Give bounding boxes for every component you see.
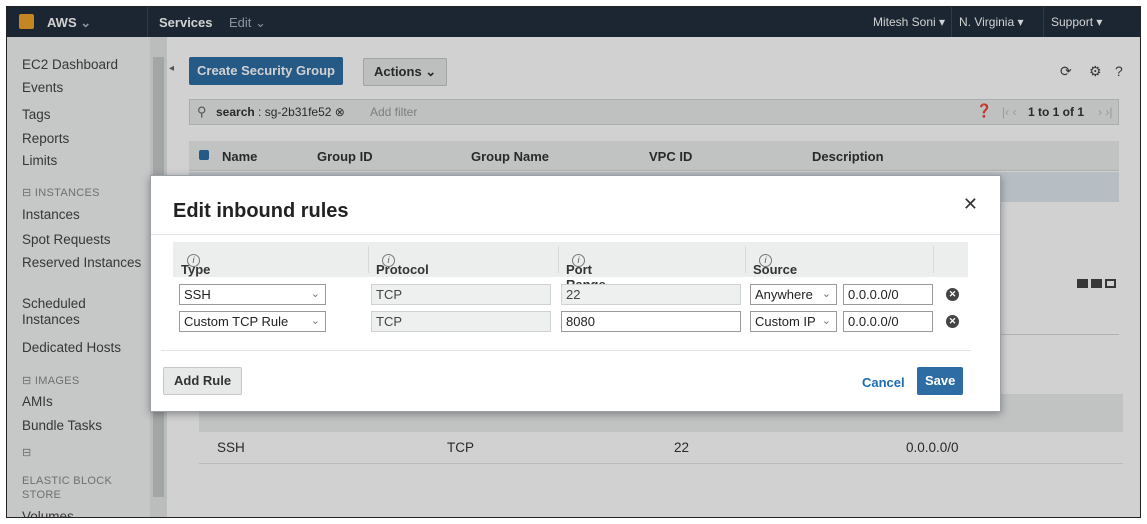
rule-cidr-input[interactable]: 0.0.0.0/0 <box>843 284 933 305</box>
close-icon[interactable]: ✕ <box>963 194 978 215</box>
rule-source-select[interactable]: Anywhere ⌄ <box>750 284 837 305</box>
divider <box>558 246 559 273</box>
column-type-label: Type <box>181 262 211 277</box>
cancel-button[interactable]: Cancel <box>862 375 905 390</box>
rule-type-select[interactable]: Custom TCP Rule ⌄ <box>179 311 326 332</box>
divider <box>745 246 746 273</box>
rule-source-value: Anywhere <box>755 287 813 302</box>
chevron-down-icon: ⌄ <box>310 288 320 300</box>
chevron-down-icon: ⌄ <box>821 288 831 300</box>
rule-protocol-field: TCP <box>371 284 551 305</box>
dialog-title: Edit inbound rules <box>173 200 349 222</box>
rule-source-value: Custom IP <box>755 314 816 329</box>
add-rule-button[interactable]: Add Rule <box>163 367 243 395</box>
rule-source-select[interactable]: Custom IP ⌄ <box>750 311 837 332</box>
column-source: Source i <box>753 252 797 277</box>
chevron-down-icon: ⌄ <box>310 315 320 327</box>
column-port-range: Port Rangei <box>566 252 606 292</box>
remove-rule-icon[interactable]: ✕ <box>946 288 959 301</box>
chevron-down-icon: ⌄ <box>821 315 831 327</box>
rule-type-value: SSH <box>184 287 211 302</box>
rule-type-select[interactable]: SSH ⌄ <box>179 284 326 305</box>
divider <box>368 246 369 273</box>
rule-type-value: Custom TCP Rule <box>184 314 289 329</box>
column-source-label: Source <box>753 262 798 277</box>
edit-inbound-rules-dialog: Edit inbound rules ✕ Type i Protocol i Por… <box>150 175 1001 412</box>
rule-port-field[interactable]: 22 <box>561 284 741 305</box>
save-button[interactable]: Save <box>917 367 964 395</box>
column-protocol: Protocol i <box>376 252 429 277</box>
divider <box>161 350 971 351</box>
rule-port-field[interactable]: 8080 <box>561 311 741 332</box>
divider <box>151 234 1000 235</box>
divider <box>933 246 934 273</box>
rules-header: Typei Protocoli Port Rangei Sourcei <box>173 242 968 292</box>
remove-rule-icon[interactable]: ✕ <box>946 315 959 328</box>
column-protocol-label: Protocol <box>376 262 429 277</box>
rule-protocol-field: TCP <box>371 311 551 332</box>
column-type: Type i <box>181 252 210 277</box>
rule-cidr-input[interactable]: 0.0.0.0/0 <box>843 311 933 332</box>
